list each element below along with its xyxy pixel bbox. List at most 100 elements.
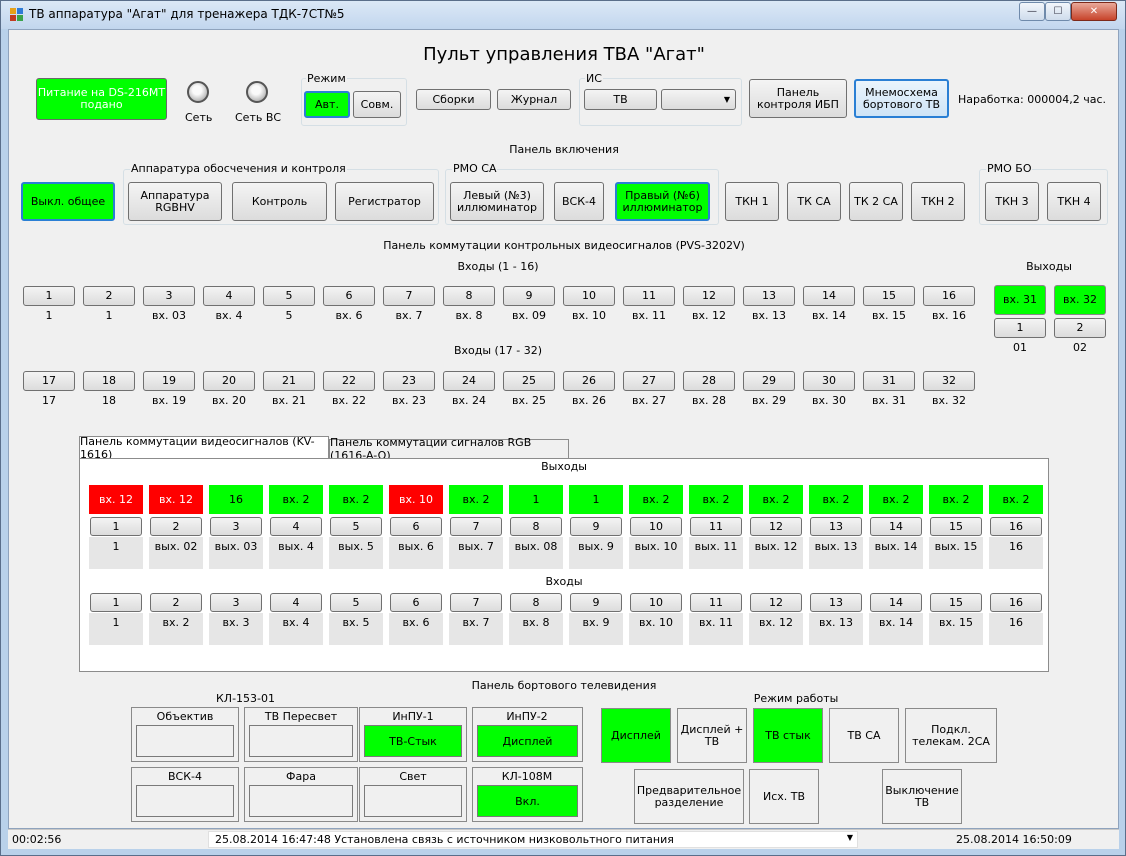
pvs-input-button[interactable]: 21 bbox=[263, 371, 315, 391]
pvs-input-button[interactable]: 20 bbox=[203, 371, 255, 391]
kv-output-button[interactable]: 6 bbox=[390, 517, 442, 536]
journal-button[interactable]: Журнал bbox=[497, 89, 571, 110]
kv-input-button[interactable]: 8 bbox=[510, 593, 562, 612]
kv-input-button[interactable]: 15 bbox=[930, 593, 982, 612]
pvs-input-button[interactable]: 23 bbox=[383, 371, 435, 391]
status-message-combo[interactable]: 25.08.2014 16:47:48 Установлена связь с … bbox=[208, 831, 858, 848]
pvs-input-button[interactable]: 2 bbox=[83, 286, 135, 306]
pvs-input-button[interactable]: 4 bbox=[203, 286, 255, 306]
tkn4-button[interactable]: ТКН 4 bbox=[1047, 182, 1101, 221]
pvs-input-button[interactable]: 27 bbox=[623, 371, 675, 391]
pvs-input-button[interactable]: 7 bbox=[383, 286, 435, 306]
kv-input-button[interactable]: 2 bbox=[150, 593, 202, 612]
display-mode-button[interactable]: Дисплей bbox=[601, 708, 671, 763]
is-tv-button[interactable]: ТВ bbox=[584, 89, 657, 110]
tkn1-button[interactable]: ТКН 1 bbox=[725, 182, 779, 221]
kv-output-button[interactable]: 7 bbox=[450, 517, 502, 536]
pvs-input-button[interactable]: 1 bbox=[23, 286, 75, 306]
mode-sovm-button[interactable]: Совм. bbox=[353, 91, 401, 118]
kv-output-button[interactable]: 13 bbox=[810, 517, 862, 536]
pvs-input-button[interactable]: 19 bbox=[143, 371, 195, 391]
pvs-input-button[interactable]: 26 bbox=[563, 371, 615, 391]
registrator-button[interactable]: Регистратор bbox=[335, 182, 434, 221]
kv-output-button[interactable]: 1 bbox=[90, 517, 142, 536]
pvs-input-button[interactable]: 16 bbox=[923, 286, 975, 306]
pvs-input-button[interactable]: 28 bbox=[683, 371, 735, 391]
ibp-panel-button[interactable]: Панель контроля ИБП bbox=[749, 79, 847, 118]
kv-input-button[interactable]: 11 bbox=[690, 593, 742, 612]
tv-styk-mode-button[interactable]: ТВ стык bbox=[753, 708, 823, 763]
kv-input-button[interactable]: 4 bbox=[270, 593, 322, 612]
pvs-input-button[interactable]: 11 bbox=[623, 286, 675, 306]
pvs-input-button[interactable]: 13 bbox=[743, 286, 795, 306]
kv-output-button[interactable]: 16 bbox=[990, 517, 1042, 536]
pvs-input-button[interactable]: 6 bbox=[323, 286, 375, 306]
kv-input-button[interactable]: 6 bbox=[390, 593, 442, 612]
pvs-input-button[interactable]: 8 bbox=[443, 286, 495, 306]
tv-ca-mode-button[interactable]: ТВ СА bbox=[829, 708, 899, 763]
kv-output-button[interactable]: 15 bbox=[930, 517, 982, 536]
pvs-input-button[interactable]: 3 bbox=[143, 286, 195, 306]
kv-output-button[interactable]: 3 bbox=[210, 517, 262, 536]
minimize-button[interactable]: — bbox=[1019, 2, 1045, 21]
kv-input-button[interactable]: 10 bbox=[630, 593, 682, 612]
pvs-input-button[interactable]: 25 bbox=[503, 371, 555, 391]
kv-input-button[interactable]: 16 bbox=[990, 593, 1042, 612]
is-select[interactable]: ▼ bbox=[661, 89, 736, 110]
kv-output-button[interactable]: 11 bbox=[690, 517, 742, 536]
kv-output-button[interactable]: 12 bbox=[750, 517, 802, 536]
pvs-input-button[interactable]: 18 bbox=[83, 371, 135, 391]
pvs-input-button[interactable]: 32 bbox=[923, 371, 975, 391]
pvs-input-button[interactable]: 9 bbox=[503, 286, 555, 306]
kv-input-button[interactable]: 14 bbox=[870, 593, 922, 612]
tkn2-button[interactable]: ТКН 2 bbox=[911, 182, 965, 221]
tv-off-button[interactable]: Выключение ТВ bbox=[882, 769, 962, 824]
kv-input-button[interactable]: 7 bbox=[450, 593, 502, 612]
pvs-output-button[interactable]: 2 bbox=[1054, 318, 1106, 338]
pvs-input-button[interactable]: 5 bbox=[263, 286, 315, 306]
kv-input-button[interactable]: 5 bbox=[330, 593, 382, 612]
tk2ca-button[interactable]: ТК 2 СА bbox=[849, 182, 903, 221]
tkn3-button[interactable]: ТКН 3 bbox=[985, 182, 1039, 221]
kv-input-button[interactable]: 13 bbox=[810, 593, 862, 612]
mnemo-button[interactable]: Мнемосхема бортового ТВ bbox=[854, 79, 949, 118]
rgbhv-button[interactable]: Аппаратура RGBHV bbox=[128, 182, 222, 221]
kv-output-button[interactable]: 10 bbox=[630, 517, 682, 536]
kv-output-button[interactable]: 2 bbox=[150, 517, 202, 536]
kv-input-button[interactable]: 9 bbox=[570, 593, 622, 612]
pvs-input-button[interactable]: 29 bbox=[743, 371, 795, 391]
pvs-input-button[interactable]: 12 bbox=[683, 286, 735, 306]
pvs-input-button[interactable]: 17 bbox=[23, 371, 75, 391]
title-bar[interactable]: ТВ аппаратура "Агат" для тренажера ТДК-7… bbox=[1, 1, 1125, 29]
close-button[interactable]: ✕ bbox=[1071, 2, 1117, 21]
kv-output-button[interactable]: 5 bbox=[330, 517, 382, 536]
right-illuminator-button[interactable]: Правый (№6) иллюминатор bbox=[615, 182, 710, 221]
maximize-button[interactable]: ☐ bbox=[1045, 2, 1071, 21]
control-button[interactable]: Контроль bbox=[232, 182, 327, 221]
tab-kv1616[interactable]: Панель коммутации видеосигналов (KV-1616… bbox=[79, 435, 329, 461]
kv-output-button[interactable]: 4 bbox=[270, 517, 322, 536]
pvs-input-button[interactable]: 22 bbox=[323, 371, 375, 391]
vsk4-button[interactable]: ВСК-4 bbox=[554, 182, 604, 221]
off-all-button[interactable]: Выкл. общее bbox=[21, 182, 115, 221]
tab-rgb1616[interactable]: Панель коммутации сигналов RGB (1616-A-Q… bbox=[329, 436, 569, 462]
pvs-input-button[interactable]: 24 bbox=[443, 371, 495, 391]
kv-input-button[interactable]: 1 bbox=[90, 593, 142, 612]
kv-output-button[interactable]: 9 bbox=[570, 517, 622, 536]
pre-separation-button[interactable]: Предварительное разделение bbox=[634, 769, 744, 824]
kv-input-button[interactable]: 12 bbox=[750, 593, 802, 612]
pvs-input-button[interactable]: 10 bbox=[563, 286, 615, 306]
isx-tv-button[interactable]: Исх. ТВ bbox=[749, 769, 819, 824]
pvs-input-button[interactable]: 30 bbox=[803, 371, 855, 391]
pvs-input-button[interactable]: 31 bbox=[863, 371, 915, 391]
kv-input-button[interactable]: 3 bbox=[210, 593, 262, 612]
tkca-button[interactable]: ТК СА bbox=[787, 182, 841, 221]
pvs-input-button[interactable]: 14 bbox=[803, 286, 855, 306]
mode-auto-button[interactable]: Авт. bbox=[304, 91, 350, 118]
pvs-input-button[interactable]: 15 bbox=[863, 286, 915, 306]
sborki-button[interactable]: Сборки bbox=[416, 89, 491, 110]
kv-output-button[interactable]: 8 bbox=[510, 517, 562, 536]
pvs-output-button[interactable]: 1 bbox=[994, 318, 1046, 338]
display-tv-mode-button[interactable]: Дисплей + ТВ bbox=[677, 708, 747, 763]
kv-output-button[interactable]: 14 bbox=[870, 517, 922, 536]
